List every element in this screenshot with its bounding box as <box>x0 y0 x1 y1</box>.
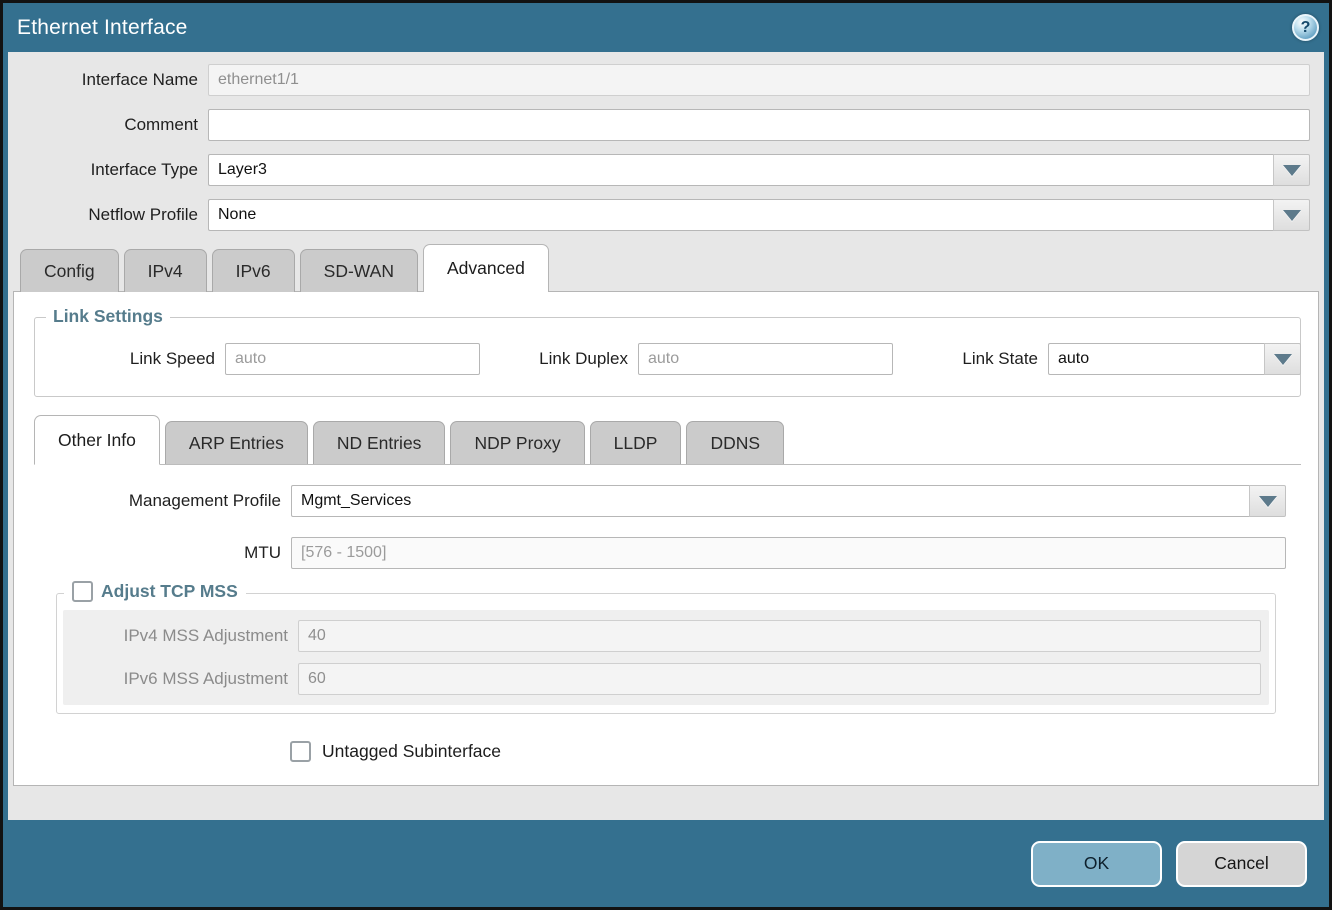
tab-lldp[interactable]: LLDP <box>590 421 682 464</box>
netflow-profile-label: Netflow Profile <box>8 205 208 225</box>
tab-ipv6[interactable]: IPv6 <box>212 249 295 292</box>
interface-type-label: Interface Type <box>8 160 208 180</box>
footer-bar: OK Cancel <box>3 820 1329 907</box>
link-duplex-group: Link Duplex <box>528 343 893 375</box>
inner-tabbar: Other Info ARP Entries ND Entries NDP Pr… <box>34 415 1301 465</box>
interface-name-row: Interface Name <box>8 64 1310 96</box>
mtu-row: MTU <box>14 537 1286 569</box>
ipv6-mss-label: IPv6 MSS Adjustment <box>63 669 298 689</box>
chevron-down-icon <box>1283 210 1301 221</box>
tab-sdwan[interactable]: SD-WAN <box>300 249 418 292</box>
management-profile-dropdown-button[interactable] <box>1250 485 1286 517</box>
tab-arp-entries[interactable]: ARP Entries <box>165 421 308 464</box>
link-speed-label: Link Speed <box>80 349 225 369</box>
link-state-value[interactable] <box>1048 343 1265 375</box>
interface-name-label: Interface Name <box>8 70 208 90</box>
tab-ipv4[interactable]: IPv4 <box>124 249 207 292</box>
dialog-body: Interface Name Comment Interface Type Ne… <box>8 52 1324 820</box>
help-icon[interactable]: ? <box>1292 14 1319 41</box>
adjust-tcp-mss-label: Adjust TCP MSS <box>101 581 238 602</box>
ipv6-mss-row: IPv6 MSS Adjustment <box>63 663 1261 695</box>
comment-field[interactable] <box>208 109 1310 141</box>
management-profile-label: Management Profile <box>14 491 291 511</box>
link-settings-fieldset: Link Settings Link Speed Link Duplex Lin… <box>34 317 1301 397</box>
netflow-profile-value[interactable] <box>208 199 1274 231</box>
management-profile-dropdown[interactable] <box>291 485 1286 517</box>
ipv4-mss-field <box>298 620 1261 652</box>
mtu-label: MTU <box>14 543 291 563</box>
netflow-profile-dropdown[interactable] <box>208 199 1310 231</box>
untagged-subinterface-label: Untagged Subinterface <box>322 741 501 762</box>
link-speed-field[interactable] <box>225 343 480 375</box>
tab-other-info[interactable]: Other Info <box>34 415 160 465</box>
link-state-dropdown-button[interactable] <box>1265 343 1301 375</box>
link-state-group: Link State <box>956 343 1301 375</box>
interface-type-dropdown-button[interactable] <box>1274 154 1310 186</box>
comment-label: Comment <box>8 115 208 135</box>
title-bar: Ethernet Interface ? <box>3 3 1329 52</box>
tab-nd-entries[interactable]: ND Entries <box>313 421 446 464</box>
tab-ddns[interactable]: DDNS <box>686 421 784 464</box>
advanced-tab-panel: Link Settings Link Speed Link Duplex Lin… <box>13 291 1319 786</box>
interface-type-dropdown[interactable] <box>208 154 1310 186</box>
adjust-tcp-mss-fieldset: Adjust TCP MSS IPv4 MSS Adjustment IPv6 … <box>56 593 1276 714</box>
untagged-subinterface-row: Untagged Subinterface <box>290 741 1318 762</box>
dialog-title: Ethernet Interface <box>17 16 188 40</box>
chevron-down-icon <box>1274 354 1292 365</box>
management-profile-value[interactable] <box>291 485 1250 517</box>
tab-ndp-proxy[interactable]: NDP Proxy <box>450 421 584 464</box>
ipv4-mss-row: IPv4 MSS Adjustment <box>63 620 1261 652</box>
management-profile-row: Management Profile <box>14 485 1286 517</box>
adjust-tcp-mss-checkbox[interactable] <box>72 581 93 602</box>
link-state-dropdown[interactable] <box>1048 343 1301 375</box>
ipv4-mss-label: IPv4 MSS Adjustment <box>63 626 298 646</box>
netflow-profile-dropdown-button[interactable] <box>1274 199 1310 231</box>
ok-button[interactable]: OK <box>1031 841 1162 887</box>
link-state-label: Link State <box>956 349 1048 369</box>
tab-config[interactable]: Config <box>20 249 119 292</box>
link-speed-group: Link Speed <box>80 343 480 375</box>
main-tabbar: Config IPv4 IPv6 SD-WAN Advanced <box>8 244 1324 292</box>
mss-disabled-panel: IPv4 MSS Adjustment IPv6 MSS Adjustment <box>63 610 1269 705</box>
interface-name-field <box>208 64 1310 96</box>
link-settings-row: Link Speed Link Duplex Link State <box>35 318 1300 375</box>
chevron-down-icon <box>1259 496 1277 507</box>
interface-type-row: Interface Type <box>8 154 1310 186</box>
link-duplex-field[interactable] <box>638 343 893 375</box>
chevron-down-icon <box>1283 165 1301 176</box>
adjust-tcp-mss-toggle[interactable]: Adjust TCP MSS <box>64 581 246 602</box>
link-settings-legend: Link Settings <box>46 306 170 327</box>
tab-advanced[interactable]: Advanced <box>423 244 549 292</box>
interface-type-value[interactable] <box>208 154 1274 186</box>
cancel-button[interactable]: Cancel <box>1176 841 1307 887</box>
untagged-subinterface-checkbox[interactable] <box>290 741 311 762</box>
ethernet-interface-dialog: Ethernet Interface ? Interface Name Comm… <box>0 0 1332 910</box>
ipv6-mss-field <box>298 663 1261 695</box>
mtu-field[interactable] <box>291 537 1286 569</box>
comment-row: Comment <box>8 109 1310 141</box>
link-duplex-label: Link Duplex <box>528 349 638 369</box>
netflow-profile-row: Netflow Profile <box>8 199 1310 231</box>
